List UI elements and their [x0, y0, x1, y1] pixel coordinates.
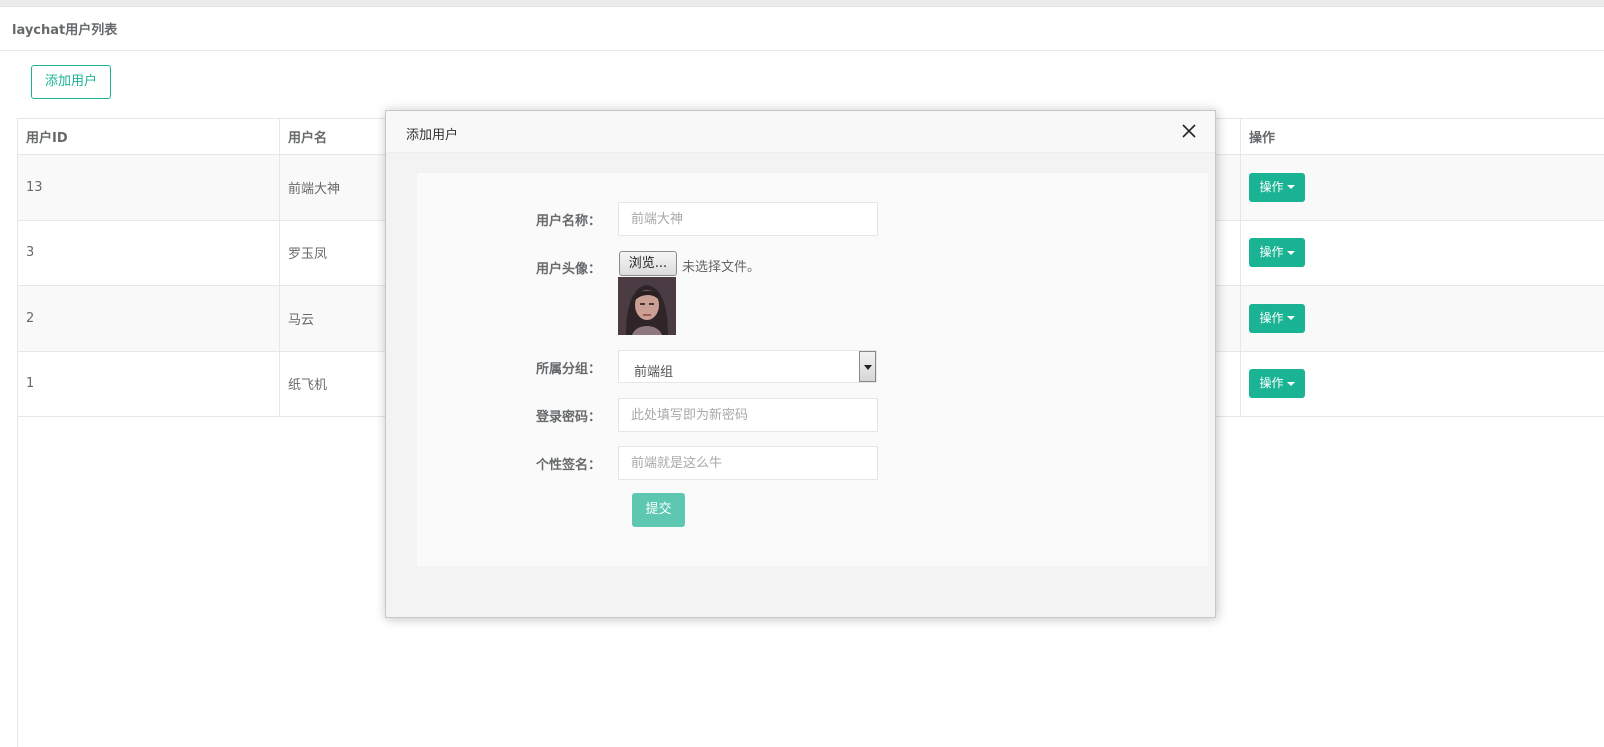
caret-down-icon [1286, 185, 1295, 190]
username-input[interactable] [618, 202, 878, 236]
password-label: 登录密码： [535, 410, 601, 425]
avatar-preview [618, 277, 676, 335]
group-select-value: 前端组 [634, 365, 674, 380]
submit-button[interactable]: 提交 [632, 493, 685, 527]
browse-file-button[interactable]: 浏览... [619, 251, 677, 276]
top-bar [0, 0, 1604, 7]
actions-dropdown-button[interactable]: 操作 [1249, 303, 1305, 333]
file-status-text: 未选择文件。 [682, 260, 761, 275]
dropdown-arrow-icon[interactable] [859, 351, 876, 382]
add-user-modal: 添加用户 用户名称： 用户头像： 浏览... 未选择文件。 所属分组： 前端组 [385, 110, 1216, 618]
cell-actions: 操作 [1241, 286, 1604, 351]
add-user-button[interactable]: 添加用户 [31, 65, 111, 99]
actions-label: 操作 [1259, 179, 1284, 194]
actions-label: 操作 [1259, 245, 1284, 260]
cell-user-id: 3 [18, 220, 280, 285]
cell-actions: 操作 [1241, 221, 1604, 286]
actions-dropdown-button[interactable]: 操作 [1249, 238, 1305, 268]
avatar-label: 用户头像： [535, 262, 601, 277]
header-user-id: 用户ID [18, 119, 280, 154]
table-left-rule [17, 416, 18, 747]
modal-header: 添加用户 [386, 111, 1215, 153]
modal-form: 用户名称： 用户头像： 浏览... 未选择文件。 所属分组： 前端组 登录密码：… [417, 173, 1208, 566]
actions-label: 操作 [1259, 310, 1284, 325]
caret-down-icon [1286, 381, 1295, 386]
cell-user-id: 1 [18, 351, 280, 416]
group-select[interactable]: 前端组 [618, 350, 877, 383]
signature-label: 个性签名： [535, 458, 601, 473]
close-icon[interactable] [1179, 121, 1199, 141]
header-actions: 操作 [1249, 131, 1276, 146]
cell-actions: 操作 [1241, 352, 1604, 417]
cell-actions: 操作 [1241, 155, 1604, 220]
actions-label: 操作 [1259, 376, 1284, 391]
modal-title: 添加用户 [406, 128, 459, 143]
page-title: laychat用户列表 [12, 23, 118, 38]
title-divider [0, 50, 1604, 51]
group-label: 所属分组： [535, 362, 601, 377]
caret-down-icon [1286, 316, 1295, 321]
username-label: 用户名称： [535, 214, 601, 229]
caret-down-icon [1286, 250, 1295, 255]
cell-user-id: 13 [18, 155, 280, 220]
password-input[interactable] [618, 398, 878, 432]
signature-input[interactable] [618, 446, 878, 480]
cell-user-id: 2 [18, 286, 280, 351]
actions-dropdown-button[interactable]: 操作 [1249, 172, 1305, 202]
actions-dropdown-button[interactable]: 操作 [1249, 369, 1305, 399]
